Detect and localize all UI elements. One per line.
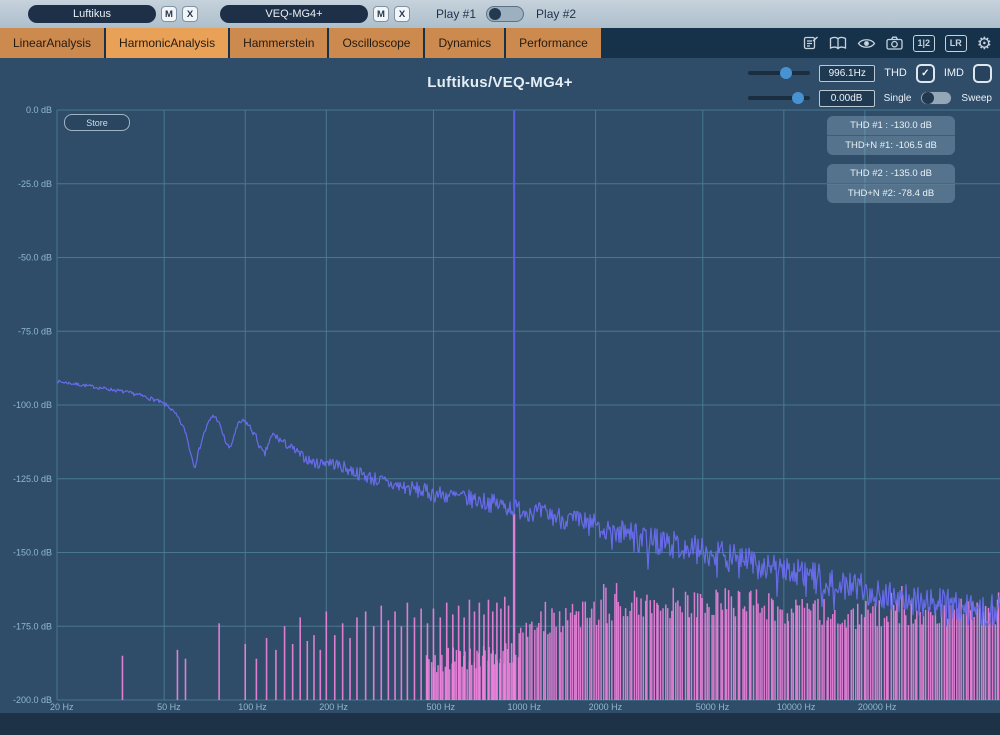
tab-oscilloscope[interactable]: Oscilloscope — [329, 28, 424, 58]
level-slider-knob[interactable] — [791, 92, 804, 104]
lr-channels-icon[interactable]: LR — [944, 34, 967, 52]
thdn2-value: THD+N #2: -78.4 dB — [827, 183, 955, 203]
thd2-value: THD #2 : -135.0 dB — [850, 168, 932, 179]
imd-label: IMD — [943, 67, 964, 79]
play-toggle-knob[interactable] — [489, 8, 502, 20]
settings-gear-icon[interactable]: ⚙ — [977, 35, 992, 52]
tab-linear-analysis[interactable]: LinearAnalysis — [0, 28, 105, 58]
frequency-value[interactable]: 996.1Hz — [819, 64, 876, 82]
frequency-row: 996.1Hz THD ✓ IMD — [748, 63, 992, 83]
play2-label: Play #2 — [536, 7, 577, 21]
thdn1-value: THD+N #1: -106.5 dB — [827, 135, 955, 155]
svg-text:2000 Hz: 2000 Hz — [589, 702, 623, 712]
book-icon[interactable] — [829, 36, 847, 51]
thd1-value: THD #1 : -130.0 dB — [850, 120, 932, 131]
spectrum-chart: 0.0 dB -25.0 dB -50.0 dB -75.0 dB -100.0 dB -… — [13, 105, 1000, 712]
play1-label: Play #1 — [436, 7, 477, 21]
svg-text:1000 Hz: 1000 Hz — [508, 702, 542, 712]
svg-text:0.0 dB: 0.0 dB — [26, 105, 52, 115]
tab-hammerstein[interactable]: Hammerstein — [230, 28, 328, 58]
bottom-bar — [0, 713, 1000, 735]
svg-text:-25.0 dB: -25.0 dB — [18, 179, 52, 189]
slot1-mute-button[interactable]: M — [161, 6, 177, 22]
svg-text:20 Hz: 20 Hz — [50, 702, 74, 712]
thd-label: THD — [884, 67, 907, 79]
camera-icon[interactable] — [886, 36, 903, 50]
svg-text:100 Hz: 100 Hz — [238, 702, 267, 712]
play-toggle[interactable] — [486, 6, 525, 22]
slot2-mute-button[interactable]: M — [373, 6, 389, 22]
store-button[interactable]: Store — [64, 114, 130, 131]
frequency-slider-knob[interactable] — [780, 67, 793, 79]
level-row: 0.00dB Single Sweep — [747, 89, 992, 107]
top-bar: Luftikus M X VEQ-MG4+ M X Play #1 Play #… — [0, 0, 1000, 28]
plugin-slot-1[interactable]: Luftikus — [28, 5, 156, 23]
thd-measurement-box-2: THD #2 : -135.0 dB THD+N #2: -78.4 dB — [827, 164, 955, 203]
svg-text:-200.0 dB: -200.0 dB — [13, 695, 52, 705]
eye-icon[interactable] — [857, 37, 876, 50]
tab-performance[interactable]: Performance — [506, 28, 601, 58]
compare-1-2-icon[interactable]: 1|2 — [912, 34, 935, 52]
svg-text:5000 Hz: 5000 Hz — [696, 702, 730, 712]
plugin-slot-2[interactable]: VEQ-MG4+ — [220, 5, 368, 23]
thd-measurement-box-1: THD #1 : -130.0 dB THD+N #1: -106.5 dB — [827, 116, 955, 155]
slot2-close-button[interactable]: X — [394, 6, 410, 22]
svg-text:20000 Hz: 20000 Hz — [858, 702, 897, 712]
tab-dynamics[interactable]: Dynamics — [425, 28, 505, 58]
single-sweep-knob[interactable] — [922, 92, 935, 104]
imd-checkbox[interactable] — [973, 63, 992, 83]
svg-text:200 Hz: 200 Hz — [319, 702, 348, 712]
notes-icon[interactable] — [803, 35, 819, 51]
svg-text:-75.0 dB: -75.0 dB — [18, 326, 52, 336]
sweep-label: Sweep — [961, 92, 992, 104]
analysis-controls: 996.1Hz THD ✓ IMD 0.00dB Single Sweep — [747, 63, 992, 107]
single-sweep-switch[interactable] — [920, 91, 953, 105]
slot1-close-button[interactable]: X — [182, 6, 198, 22]
level-slider[interactable] — [747, 92, 810, 104]
svg-text:-125.0 dB: -125.0 dB — [13, 474, 52, 484]
svg-text:50 Hz: 50 Hz — [157, 702, 181, 712]
svg-text:10000 Hz: 10000 Hz — [777, 702, 816, 712]
svg-text:-50.0 dB: -50.0 dB — [18, 253, 52, 263]
thd-checkbox[interactable]: ✓ — [915, 63, 935, 83]
toolbar-icons: 1|2 LR ⚙ — [803, 28, 992, 58]
svg-text:-175.0 dB: -175.0 dB — [13, 621, 52, 631]
tab-bar: LinearAnalysis HarmonicAnalysis Hammerst… — [0, 28, 1000, 58]
svg-text:-150.0 dB: -150.0 dB — [13, 548, 52, 558]
analyzer-panel: 0.0 dB -25.0 dB -50.0 dB -75.0 dB -100.0 dB -… — [0, 58, 1000, 713]
svg-text:500 Hz: 500 Hz — [426, 702, 455, 712]
single-label: Single — [883, 92, 912, 104]
svg-text:-100.0 dB: -100.0 dB — [13, 400, 52, 410]
frequency-slider[interactable] — [748, 67, 811, 79]
tab-harmonic-analysis[interactable]: HarmonicAnalysis — [106, 28, 229, 58]
level-value[interactable]: 0.00dB — [818, 89, 875, 107]
